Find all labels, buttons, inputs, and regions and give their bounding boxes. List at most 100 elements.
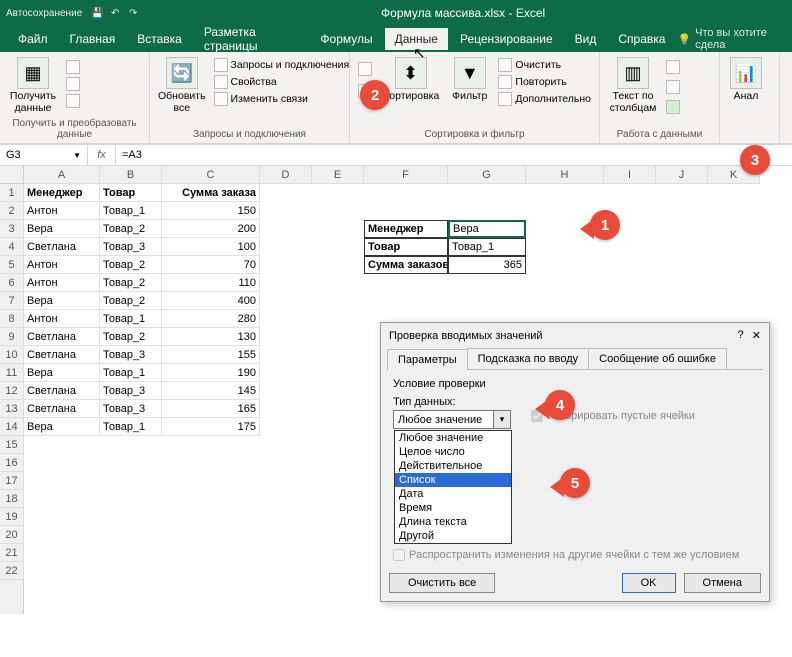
ok-button[interactable]: OK: [622, 573, 676, 593]
cell-F4[interactable]: Товар: [364, 238, 448, 256]
cell-A10[interactable]: Светлана: [24, 346, 100, 364]
cell-B11[interactable]: Товар_1: [100, 364, 162, 382]
row-header-17[interactable]: 17: [0, 472, 24, 490]
redo-icon[interactable]: ↷: [126, 6, 140, 20]
row-header-21[interactable]: 21: [0, 544, 24, 562]
row-header-1[interactable]: 1: [0, 184, 24, 202]
row-header-9[interactable]: 9: [0, 328, 24, 346]
cell-B3[interactable]: Товар_2: [100, 220, 162, 238]
sort-az-button[interactable]: [356, 61, 374, 77]
data-type-combo[interactable]: Любое значение ▾ Любое значениеЦелое чис…: [393, 410, 511, 429]
row-header-16[interactable]: 16: [0, 454, 24, 472]
row-header-7[interactable]: 7: [0, 292, 24, 310]
row-header-14[interactable]: 14: [0, 418, 24, 436]
advanced-filter-button[interactable]: Дополнительно: [496, 91, 593, 107]
row-header-2[interactable]: 2: [0, 202, 24, 220]
save-icon[interactable]: 💾: [90, 6, 104, 20]
cell-B2[interactable]: Товар_1: [100, 202, 162, 220]
row-header-20[interactable]: 20: [0, 526, 24, 544]
cell-B1[interactable]: Товар: [100, 184, 162, 202]
cell-B6[interactable]: Товар_2: [100, 274, 162, 292]
from-text-button[interactable]: [64, 59, 82, 75]
row-header-11[interactable]: 11: [0, 364, 24, 382]
select-all-corner[interactable]: [0, 166, 24, 184]
cell-B10[interactable]: Товар_3: [100, 346, 162, 364]
cell-A6[interactable]: Антон: [24, 274, 100, 292]
queries-connections-button[interactable]: Запросы и подключения: [212, 57, 352, 73]
row-header-13[interactable]: 13: [0, 400, 24, 418]
row-header-4[interactable]: 4: [0, 238, 24, 256]
cell-A8[interactable]: Антон: [24, 310, 100, 328]
cell-A4[interactable]: Светлана: [24, 238, 100, 256]
formula-input[interactable]: =A3: [116, 149, 792, 161]
tab-input-message[interactable]: Подсказка по вводу: [467, 348, 590, 369]
cell-C1[interactable]: Сумма заказа: [162, 184, 260, 202]
menu-view[interactable]: Вид: [565, 28, 607, 50]
name-box[interactable]: G3 ▼: [0, 145, 88, 165]
cell-F3[interactable]: Менеджер: [364, 220, 448, 238]
cell-A14[interactable]: Вера: [24, 418, 100, 436]
cell-C11[interactable]: 190: [162, 364, 260, 382]
edit-links-button[interactable]: Изменить связи: [212, 91, 352, 107]
remove-dupes-button[interactable]: [664, 79, 682, 95]
cell-C6[interactable]: 110: [162, 274, 260, 292]
col-header-B[interactable]: B: [100, 166, 162, 184]
menu-help[interactable]: Справка: [608, 28, 675, 50]
help-icon[interactable]: ?: [738, 329, 744, 342]
col-header-H[interactable]: H: [526, 166, 604, 184]
row-header-15[interactable]: 15: [0, 436, 24, 454]
row-header-6[interactable]: 6: [0, 274, 24, 292]
analysis-button[interactable]: 📊 Анал: [726, 55, 766, 105]
cell-B4[interactable]: Товар_3: [100, 238, 162, 256]
cell-C14[interactable]: 175: [162, 418, 260, 436]
propagate-changes-checkbox[interactable]: Распространить изменения на другие ячейк…: [393, 549, 757, 561]
from-web-button[interactable]: [64, 76, 82, 92]
cell-B7[interactable]: Товар_2: [100, 292, 162, 310]
cancel-button[interactable]: Отмена: [684, 573, 761, 593]
cell-B8[interactable]: Товар_1: [100, 310, 162, 328]
cell-C10[interactable]: 155: [162, 346, 260, 364]
col-header-D[interactable]: D: [260, 166, 312, 184]
cell-A5[interactable]: Антон: [24, 256, 100, 274]
row-header-19[interactable]: 19: [0, 508, 24, 526]
cell-C7[interactable]: 400: [162, 292, 260, 310]
col-header-I[interactable]: I: [604, 166, 656, 184]
reapply-button[interactable]: Повторить: [496, 74, 593, 90]
row-header-18[interactable]: 18: [0, 490, 24, 508]
cell-C9[interactable]: 130: [162, 328, 260, 346]
row-header-5[interactable]: 5: [0, 256, 24, 274]
col-header-E[interactable]: E: [312, 166, 364, 184]
menu-home[interactable]: Главная: [60, 28, 126, 50]
cell-A7[interactable]: Вера: [24, 292, 100, 310]
cell-B13[interactable]: Товар_3: [100, 400, 162, 418]
dropdown-option[interactable]: Действительное: [395, 459, 511, 473]
menu-insert[interactable]: Вставка: [127, 28, 192, 50]
cell-F5[interactable]: Сумма заказов: [364, 256, 448, 274]
from-table-button[interactable]: [64, 93, 82, 109]
cell-C2[interactable]: 150: [162, 202, 260, 220]
data-type-dropdown[interactable]: Любое значениеЦелое числоДействительноеС…: [394, 430, 512, 544]
tell-me-search[interactable]: 💡 Что вы хотите сдела: [677, 27, 784, 51]
cell-B5[interactable]: Товар_2: [100, 256, 162, 274]
menu-file[interactable]: Файл: [8, 28, 58, 50]
cell-A13[interactable]: Светлана: [24, 400, 100, 418]
col-header-A[interactable]: A: [24, 166, 100, 184]
cell-A9[interactable]: Светлана: [24, 328, 100, 346]
cell-C8[interactable]: 280: [162, 310, 260, 328]
text-to-columns-button[interactable]: ▥ Текст по столбцам: [606, 55, 660, 116]
undo-icon[interactable]: ↶: [108, 6, 122, 20]
cell-A1[interactable]: Менеджер: [24, 184, 100, 202]
close-icon[interactable]: ✕: [752, 329, 761, 342]
cell-G3[interactable]: Вера: [448, 220, 526, 238]
cell-C12[interactable]: 145: [162, 382, 260, 400]
cell-A12[interactable]: Светлана: [24, 382, 100, 400]
tab-error-alert[interactable]: Сообщение об ошибке: [588, 348, 727, 369]
dropdown-option[interactable]: Целое число: [395, 445, 511, 459]
properties-button[interactable]: Свойства: [212, 74, 352, 90]
row-header-22[interactable]: 22: [0, 562, 24, 580]
cell-A2[interactable]: Антон: [24, 202, 100, 220]
dropdown-option[interactable]: Дата: [395, 487, 511, 501]
row-header-8[interactable]: 8: [0, 310, 24, 328]
dialog-title-bar[interactable]: Проверка вводимых значений ? ✕: [381, 323, 769, 348]
menu-review[interactable]: Рецензирование: [450, 28, 563, 50]
